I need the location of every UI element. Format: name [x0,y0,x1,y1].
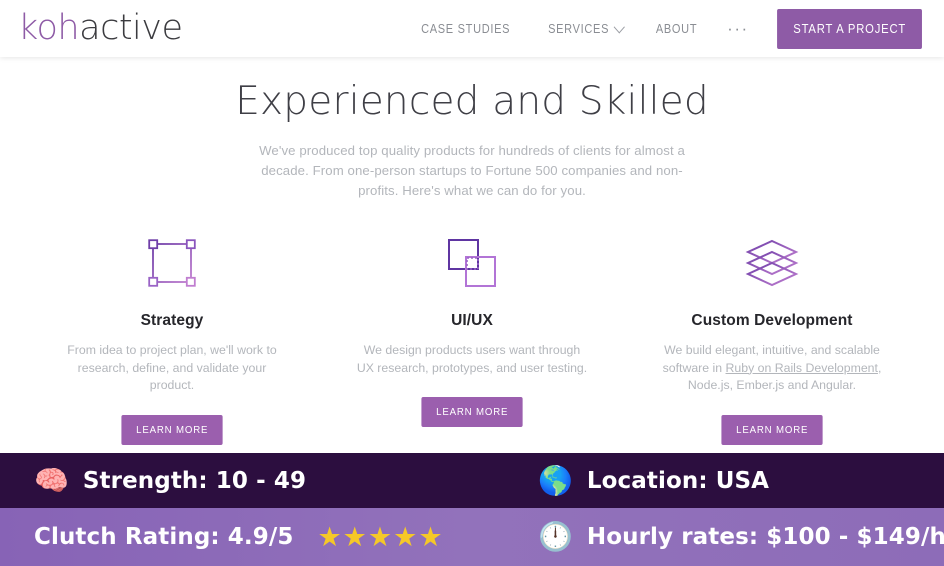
chevron-down-icon [613,20,625,34]
card-text-main: From idea to project plan, we'll work to… [67,343,277,392]
logo-text-primary: koh [18,8,80,48]
service-card-description: We design products users want through UX… [356,342,588,377]
learn-more-button-uiux[interactable]: LEARN MORE [421,397,523,427]
service-card-title: UI/UX [451,312,493,329]
learn-more-button-custom-development[interactable]: LEARN MORE [721,414,823,445]
nav-item-case-studies[interactable]: CASE STUDIES [410,22,522,36]
stat-location-label: Location: USA [586,467,770,494]
nav-item-label: CASE STUDIES [421,21,511,36]
hero-subtitle: We've produced top quality products for … [259,143,685,198]
head-with-gears-emoji-icon: 🧠 [34,463,69,497]
star-icon: ★ [393,521,418,553]
ruby-on-rails-development-link[interactable]: Ruby on Rails Development [726,361,878,375]
stacked-layers-icon [622,232,922,294]
clock-emoji-icon: 🕛 [538,520,573,553]
page-root: kohactive CASE STUDIES SERVICES ABOUT ··… [0,0,944,566]
nav-item-label: ABOUT [655,21,698,36]
stat-clutch-rating: Clutch Rating: 4.9/5 ★ ★ ★ ★ ★ [0,508,472,566]
stat-location: 🌎 Location: USA [472,453,944,508]
services-cards: Strategy From idea to project plan, we'l… [0,232,944,445]
star-icon: ★ [367,521,393,553]
stat-hourly-rates-label: Hourly rates: $100 - $149/hr [586,524,944,550]
selection-square-handles-icon [22,232,322,294]
hero-section: Experienced and Skilled We've produced t… [0,57,944,201]
stat-clutch-rating-label: Clutch Rating: 4.9/5 [34,524,294,550]
star-icon: ★ [342,521,367,553]
nav-item-about[interactable]: ABOUT [644,22,708,36]
stat-strength-label: Strength: 10 - 49 [82,467,307,494]
globe-emoji-icon: 🌎 [538,463,573,497]
stats-banner-light: Clutch Rating: 4.9/5 ★ ★ ★ ★ ★ 🕛 Hourly … [0,508,944,566]
overlapping-squares-icon [322,232,622,294]
main-navigation: CASE STUDIES SERVICES ABOUT ··· START A … [402,0,930,57]
nav-item-label: SERVICES [547,21,609,36]
start-a-project-button[interactable]: START A PROJECT [776,8,922,49]
card-text-main: We design products users want through UX… [356,343,588,375]
site-logo[interactable]: kohactive [18,8,183,48]
stat-hourly-rates: 🕛 Hourly rates: $100 - $149/hr [472,508,944,566]
logo-text-secondary: active [79,8,183,48]
star-icon: ★ [317,521,342,553]
rating-stars: ★ ★ ★ ★ ★ [317,524,442,551]
service-card-custom-development: Custom Development We build elegant, int… [622,232,922,445]
learn-more-button-strategy[interactable]: LEARN MORE [121,414,223,445]
page-title: Experienced and Skilled [235,79,709,124]
service-card-uiux: UI/UX We design products users want thro… [322,232,622,445]
stats-banner-dark: 🧠 Strength: 10 - 49 🌎 Location: USA [0,453,944,508]
star-icon-partial: ★ [418,523,443,551]
site-header: kohactive CASE STUDIES SERVICES ABOUT ··… [0,0,944,57]
nav-item-services[interactable]: SERVICES [536,20,633,36]
stat-strength: 🧠 Strength: 10 - 49 [0,453,472,508]
more-menu-icon[interactable]: ··· [713,20,762,37]
service-card-title: Custom Development [691,312,853,329]
service-card-strategy: Strategy From idea to project plan, we'l… [22,232,322,445]
service-card-title: Strategy [140,312,204,329]
service-card-description: We build elegant, intuitive, and scalabl… [656,342,888,395]
service-card-description: From idea to project plan, we'll work to… [56,342,288,395]
